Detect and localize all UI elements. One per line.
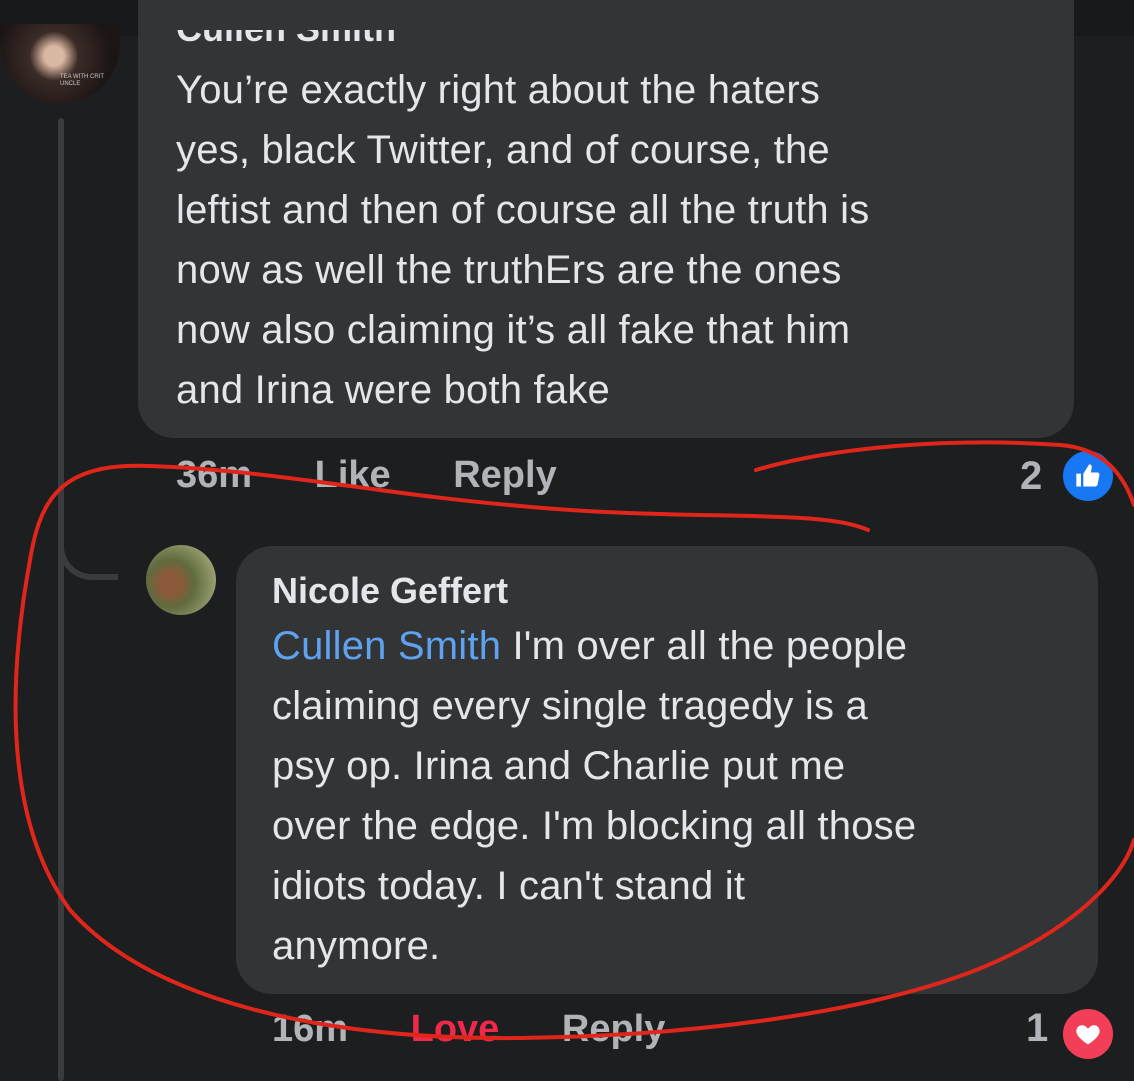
reply-button[interactable]: Reply — [562, 1008, 665, 1050]
thread-line — [58, 118, 64, 1081]
comment-text: You’re exactly right about the haters ye… — [176, 60, 1056, 420]
comment-line: anymore. — [272, 924, 441, 968]
like-button[interactable]: Like — [315, 454, 391, 496]
comment-line: You’re exactly right about the haters — [176, 68, 821, 112]
comment-meta: 36m Like Reply — [176, 454, 609, 497]
thread-connector — [58, 510, 118, 580]
comment-line: claiming every single tragedy is a — [272, 684, 868, 728]
mention-link[interactable]: Cullen Smith — [272, 624, 501, 668]
reply-button[interactable]: Reply — [453, 454, 556, 496]
like-icon — [1060, 448, 1116, 504]
comment-line: psy op. Irina and Charlie put me — [272, 744, 846, 788]
avatar-caption: TEA WITH CRIT UNCLE — [60, 74, 104, 87]
comment-author[interactable]: Nicole Geffert — [272, 570, 508, 612]
comment-line: idiots today. I can't stand it — [272, 864, 746, 908]
comment-line: now also claiming it’s all fake that him — [176, 308, 851, 352]
comment-line: and Irina were both fake — [176, 368, 610, 412]
comment-meta: 16m Love Reply — [272, 1008, 717, 1051]
reaction-count: 1 — [1026, 1006, 1049, 1050]
love-button[interactable]: Love — [411, 1008, 500, 1050]
comment-line: yes, black Twitter, and of course, the — [176, 128, 830, 172]
comment-line: now as well the truthErs are the ones — [176, 248, 842, 292]
avatar[interactable]: TEA WITH CRIT UNCLE — [0, 24, 120, 104]
comment-time: 16m — [272, 1008, 349, 1050]
comment-line-rest: I'm over all the people — [501, 624, 908, 668]
comment-text: Cullen Smith I'm over all the people cla… — [272, 616, 1082, 976]
comment-line: Cullen Smith I'm over all the people — [272, 616, 1082, 676]
avatar[interactable] — [146, 545, 216, 615]
heart-icon — [1060, 1006, 1116, 1062]
comment-line: leftist and then of course all the truth… — [176, 188, 870, 232]
comment-line: over the edge. I'm blocking all those — [272, 804, 917, 848]
comment-time: 36m — [176, 454, 253, 496]
reaction-count: 2 — [1020, 454, 1043, 498]
